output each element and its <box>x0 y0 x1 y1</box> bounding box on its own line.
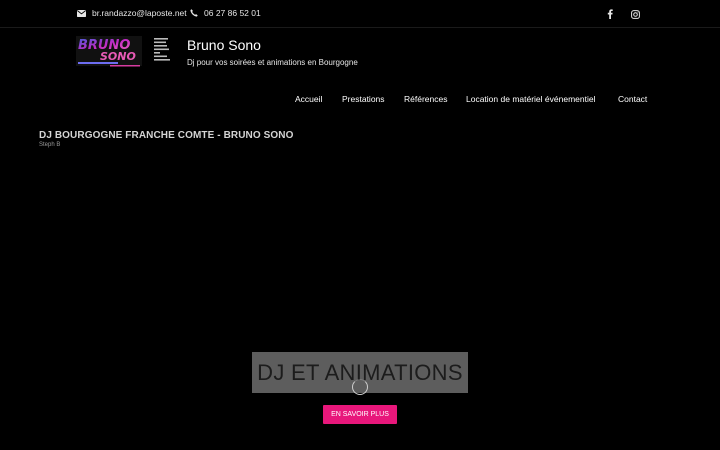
site-title[interactable]: Bruno Sono <box>187 37 261 53</box>
bruno-sono-logo: BRUNO SONO <box>76 36 170 67</box>
nav-item-accueil[interactable]: Accueil <box>295 94 322 108</box>
envelope-icon <box>77 9 86 17</box>
main-content: DJ BOURGOGNE FRANCHE COMTE - BRUNO SONO … <box>0 124 720 450</box>
nav-item-references[interactable]: Références <box>404 94 447 108</box>
nav-item-contact[interactable]: Contact <box>618 94 647 108</box>
instagram-link[interactable] <box>628 7 642 21</box>
site-tagline: Dj pour vos soirées et animations en Bou… <box>187 58 358 67</box>
top-bar: br.randazzo@laposte.net 06 27 86 52 01 <box>0 0 720 28</box>
site-header: BRUNO SONO Bruno Sono Dj pour vos soirée… <box>0 28 720 124</box>
phone-text[interactable]: 06 27 86 52 01 <box>204 8 261 18</box>
page-heading: DJ BOURGOGNE FRANCHE COMTE - BRUNO SONO <box>39 130 294 141</box>
phone-icon <box>190 9 198 17</box>
facebook-link[interactable] <box>603 7 617 21</box>
email-contact[interactable]: br.randazzo@laposte.net <box>77 8 187 18</box>
nav-item-location[interactable]: Location de matériel événementiel <box>466 94 595 108</box>
email-text[interactable]: br.randazzo@laposte.net <box>92 8 187 18</box>
nav-item-prestations[interactable]: Prestations <box>342 94 385 108</box>
phone-contact[interactable]: 06 27 86 52 01 <box>190 8 261 18</box>
learn-more-button[interactable]: EN SAVOIR PLUS <box>323 405 397 424</box>
site-logo[interactable]: BRUNO SONO <box>74 34 176 70</box>
facebook-icon <box>607 9 613 19</box>
instagram-icon <box>630 9 640 19</box>
svg-text:SONO: SONO <box>100 50 136 63</box>
author-name: Steph B <box>39 142 61 148</box>
loading-spinner-icon <box>352 379 368 395</box>
